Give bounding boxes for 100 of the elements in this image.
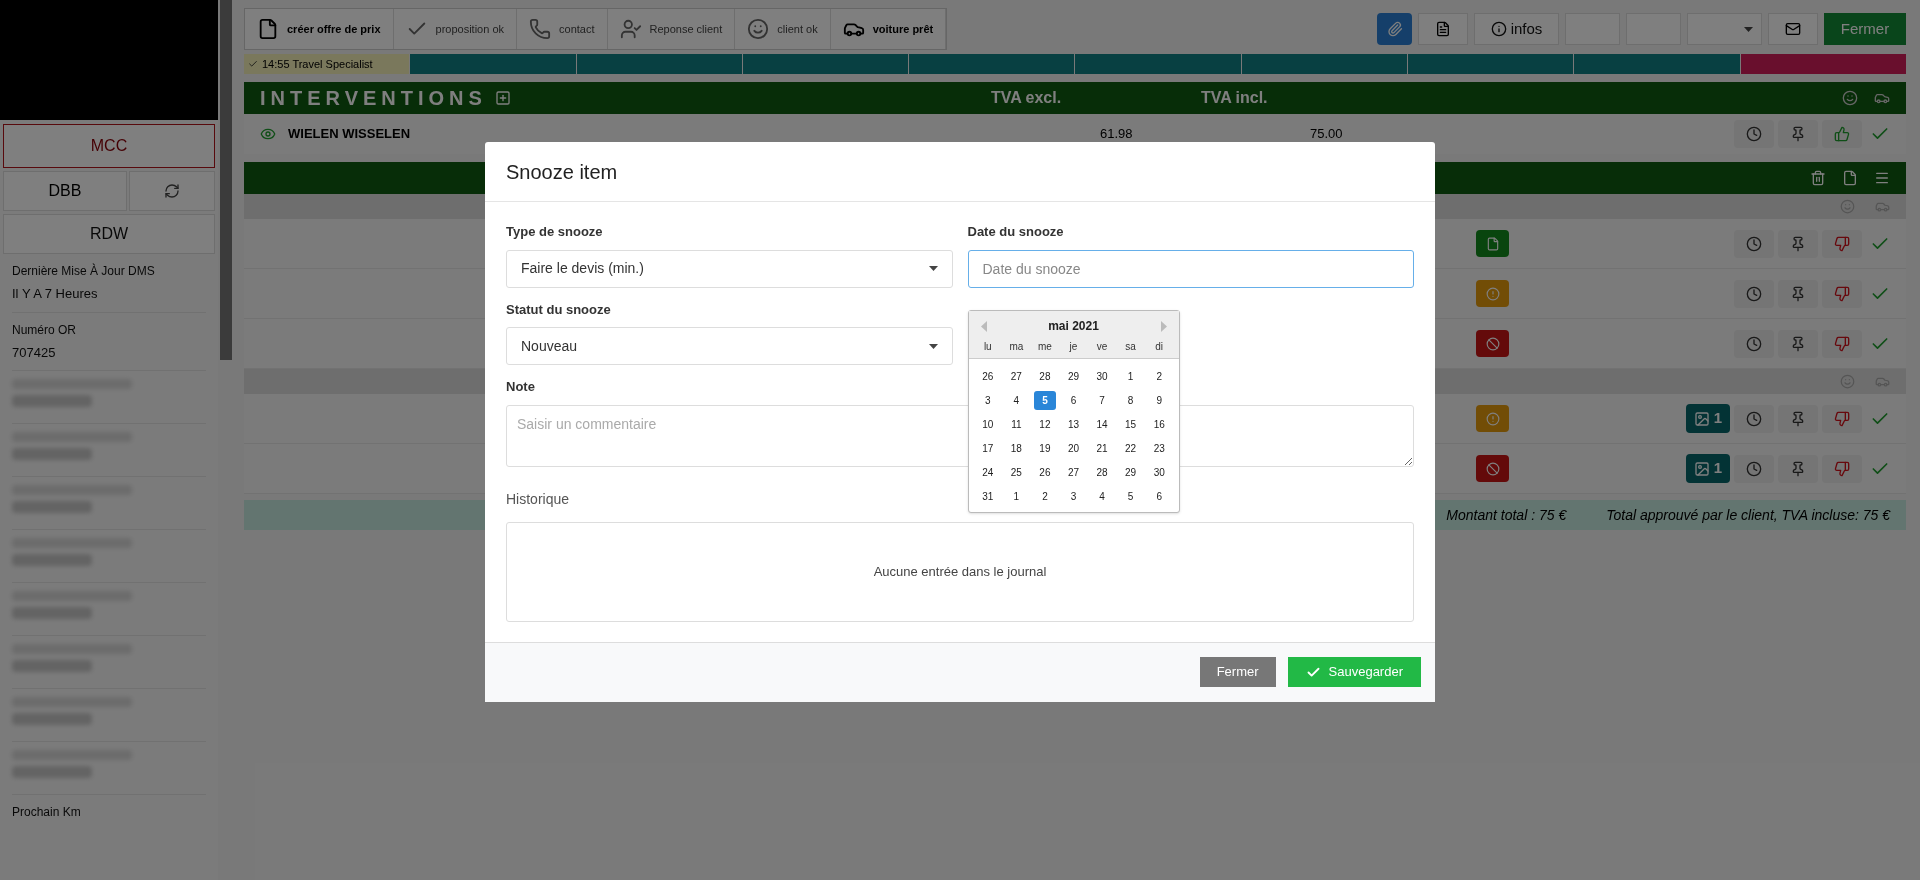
- calendar-day[interactable]: 1: [1119, 367, 1142, 386]
- smile-icon: [1840, 374, 1855, 389]
- pin-button[interactable]: [1778, 454, 1818, 483]
- intervention-name: WIELEN WISSELEN: [288, 125, 412, 144]
- thumbs-down-icon: [1834, 335, 1850, 352]
- pin-icon: [1790, 285, 1806, 302]
- cancel-button[interactable]: Fermer: [1199, 657, 1276, 687]
- weekday-label: je: [1068, 340, 1079, 354]
- calendar-day[interactable]: 21: [1091, 439, 1114, 458]
- empty-history-message: Aucune entrée dans le journal: [873, 562, 1047, 581]
- pin-button[interactable]: [1778, 279, 1818, 308]
- snooze-button[interactable]: [1734, 279, 1774, 308]
- refresh-icon: [164, 183, 180, 199]
- snooze-type-select[interactable]: Faire le devis (min.): [506, 249, 953, 288]
- clock-icon: [1746, 235, 1762, 252]
- pin-button[interactable]: [1778, 404, 1818, 433]
- calendar-day[interactable]: 28: [1033, 367, 1056, 386]
- field-label: Numéro OR: [12, 321, 77, 339]
- calendar-day[interactable]: 30: [1091, 367, 1114, 386]
- mail-button[interactable]: [1768, 13, 1818, 45]
- pin-button[interactable]: [1778, 229, 1818, 258]
- workflow-step[interactable]: Reponse client: [607, 9, 736, 49]
- calendar-day[interactable]: 20: [1062, 439, 1085, 458]
- rdw-button[interactable]: RDW: [3, 214, 215, 254]
- calendar-day[interactable]: 6: [1148, 487, 1171, 506]
- weekday-label: ve: [1095, 340, 1109, 354]
- snooze-button[interactable]: [1734, 404, 1774, 433]
- weekday-label: sa: [1124, 340, 1137, 354]
- workflow-step[interactable]: contact: [517, 9, 608, 49]
- price-excl: 61.98: [1100, 125, 1134, 144]
- snooze-status-select[interactable]: Nouveau: [506, 327, 953, 365]
- thumbs-down-icon: [1834, 410, 1850, 427]
- workflow-step[interactable]: client ok: [735, 9, 831, 49]
- document-button[interactable]: [1418, 13, 1468, 45]
- blocked-status-icon: [1485, 461, 1500, 476]
- snooze-button[interactable]: [1734, 329, 1774, 358]
- workflow-step[interactable]: proposition ok: [393, 9, 518, 49]
- workflow-step[interactable]: voiture prêt: [830, 9, 947, 49]
- pin-button[interactable]: [1778, 329, 1818, 358]
- calendar-day[interactable]: 5: [1119, 487, 1142, 506]
- weekday-label: ma: [1008, 340, 1025, 354]
- image-icon: [1693, 410, 1710, 427]
- calendar-day[interactable]: 27: [1005, 367, 1028, 386]
- pin-button[interactable]: [1778, 120, 1818, 148]
- calendar-day[interactable]: 15: [1119, 415, 1142, 434]
- paperclip-icon: [1386, 21, 1403, 37]
- attachment-button[interactable]: [1377, 13, 1412, 45]
- calendar-day[interactable]: 4: [1091, 487, 1114, 506]
- caret-icon: [928, 266, 938, 271]
- workflow-step[interactable]: créer offre de prix: [245, 9, 394, 49]
- trash-icon: [1810, 170, 1826, 186]
- calendar-day[interactable]: 13: [1062, 415, 1085, 434]
- date-input[interactable]: Date du snooze: [967, 249, 1414, 288]
- timeline-label: 14:55 Travel Specialist: [262, 56, 373, 72]
- calendar-day[interactable]: 17: [976, 439, 999, 458]
- snooze-button[interactable]: [1734, 229, 1774, 258]
- snooze-button[interactable]: [1734, 120, 1774, 148]
- reject-button[interactable]: [1822, 404, 1862, 433]
- calendar-day[interactable]: 23: [1148, 439, 1171, 458]
- calendar-day[interactable]: 5: [1033, 391, 1056, 410]
- clock-icon: [1746, 285, 1762, 302]
- calendar-day[interactable]: 2: [1033, 487, 1056, 506]
- clock-icon: [1746, 126, 1762, 142]
- infos-button[interactable]: infos: [1474, 13, 1559, 45]
- snooze-button[interactable]: [1734, 454, 1774, 483]
- approve-button[interactable]: [1822, 120, 1862, 148]
- thumbs-down-icon: [1834, 460, 1850, 477]
- field-label: Date du snooze: [967, 223, 1065, 241]
- pin-icon: [1790, 335, 1806, 352]
- calendar-day[interactable]: 16: [1148, 415, 1171, 434]
- section-title: INTERVENTIONS: [260, 86, 487, 111]
- calendar-day[interactable]: 22: [1119, 439, 1142, 458]
- checkbox-icon: [248, 59, 258, 69]
- calendar-day[interactable]: 2: [1148, 367, 1171, 386]
- field-value: Il Y A 7 Heures: [12, 285, 99, 303]
- dbb-button[interactable]: DBB: [3, 171, 127, 211]
- reject-button[interactable]: [1822, 229, 1862, 258]
- calendar-day[interactable]: 19: [1033, 439, 1056, 458]
- reject-button[interactable]: [1822, 454, 1862, 483]
- field-label: Note: [506, 378, 536, 396]
- calendar-day[interactable]: 29: [1062, 367, 1085, 386]
- weekday-label: me: [1036, 340, 1053, 354]
- calendar-day[interactable]: 12: [1033, 415, 1056, 434]
- calendar-day[interactable]: 3: [1062, 487, 1085, 506]
- pin-icon: [1790, 235, 1806, 252]
- reject-button[interactable]: [1822, 279, 1862, 308]
- reject-button[interactable]: [1822, 329, 1862, 358]
- calendar-day[interactable]: 11: [1005, 415, 1028, 434]
- document-icon: [1435, 21, 1451, 37]
- calendar-day[interactable]: 18: [1005, 439, 1028, 458]
- mcc-button[interactable]: MCC: [3, 124, 215, 168]
- calendar-day[interactable]: 31: [976, 487, 999, 506]
- calendar-day[interactable]: 14: [1091, 415, 1114, 434]
- calendar-day[interactable]: 10: [976, 415, 999, 434]
- calendar-day[interactable]: 1: [1005, 487, 1028, 506]
- clock-icon: [1746, 410, 1762, 427]
- calendar-day[interactable]: 26: [976, 367, 999, 386]
- dialog-title: Snooze item: [506, 159, 618, 185]
- pin-icon: [1790, 460, 1806, 477]
- caret-icon: [1744, 26, 1753, 32]
